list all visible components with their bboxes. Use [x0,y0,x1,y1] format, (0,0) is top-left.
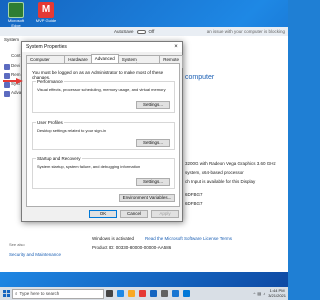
taskbar-apps [104,287,192,300]
desktop-icon-label: MVP Guide [35,18,57,23]
close-icon[interactable]: × [170,42,182,52]
word-notice: an issue with your computer is blocking [206,29,285,34]
red-arrow-icon [3,78,23,84]
dialog-title-bar: System Properties × [22,42,182,52]
clock[interactable]: 1:44 PM 3/21/2021 [268,288,286,298]
cpu-value: 3200G with Radeon Vega Graphics 3.60 GHz [185,161,276,166]
taskbar-app[interactable] [115,287,126,300]
ok-button[interactable]: OK [89,210,117,218]
task-view-icon [106,290,113,297]
page-title: computer [185,74,215,81]
license-link[interactable]: Read the Microsoft Software License Term… [145,236,232,241]
edge-icon [8,2,24,18]
clock-date: 3/21/2021 [268,292,286,298]
word-title-bar: AutoSave Off an issue with your computer… [0,27,288,36]
security-link[interactable]: Security and Maintenance [9,252,61,257]
desktop-icon-mvp-guide[interactable]: M MVP Guide [33,2,59,24]
shield-icon [4,91,10,97]
performance-label: Performance [36,79,64,84]
see-also-heading: See also [9,242,25,247]
startup-recovery-group: Startup and Recovery System startup, sys… [32,156,175,189]
full-computer-name: 6DFBG7 [185,201,203,206]
activation-status: Windows is activated [92,236,135,241]
start-button[interactable] [0,287,12,300]
edge-icon [117,290,124,297]
chevron-up-icon[interactable]: ^ [254,291,256,296]
sidebar-item[interactable]: Adva [11,90,21,95]
startup-recovery-label: Startup and Recovery [36,156,82,161]
network-icon[interactable]: ▤ [257,291,261,296]
user-profiles-group: User Profiles Desktop settings related t… [32,120,175,150]
settings-icon [161,290,168,297]
cancel-button[interactable]: Cancel [120,210,148,218]
desktop-icon-edge[interactable]: Microsoft Edge [3,2,29,28]
sidebar-item[interactable]: Rem [11,72,21,77]
arch-value: system, x64-based processor [185,170,244,175]
sidebar-item[interactable]: Cont [11,53,21,58]
touch-value: ch Input is available for this Display [185,179,256,184]
taskbar-search-box[interactable]: ⌕ Type here to search [12,288,104,299]
user-profiles-description: Desktop settings related to your sign-in [37,128,107,133]
product-id: Product ID: 00330-80000-00000-AA586 [92,245,172,250]
environment-variables-button[interactable]: Environment Variables... [119,194,175,202]
taskbar-app[interactable] [181,287,192,300]
system-tray: ^ ▤ ♪ 1:44 PM 3/21/2021 [254,288,288,298]
sidebar-item[interactable]: Devi [11,63,20,68]
performance-settings-button[interactable]: Settings... [136,101,170,109]
autosave-toggle[interactable] [136,29,146,34]
autosave-state: Off [148,29,155,34]
system-properties-dialog: System Properties × Computer Name Hardwa… [21,41,183,222]
windows-logo-icon [2,290,10,297]
performance-description: Visual effects, processor scheduling, me… [37,87,166,92]
taskbar: ⌕ Type here to search ^ ▤ ♪ 1:44 PM 3/21… [0,287,288,300]
volume-icon[interactable]: ♪ [263,291,265,296]
taskbar-app[interactable] [159,287,170,300]
advanced-panel: You must be logged on as an Administrato… [26,63,180,207]
user-profiles-label: User Profiles [36,120,64,125]
user-profiles-settings-button[interactable]: Settings... [136,139,170,147]
autosave-label: AutoSave [114,29,134,34]
startup-recovery-settings-button[interactable]: Settings... [136,178,170,186]
breadcrumb: System [4,37,20,42]
computer-name: 6DFBG7 [185,192,203,197]
photos-icon [172,290,179,297]
taskbar-app[interactable] [170,287,181,300]
performance-group: Performance Visual effects, processor sc… [32,79,175,113]
search-placeholder: Type here to search [19,291,60,296]
taskbar-app[interactable] [104,287,115,300]
taskbar-app[interactable] [126,287,137,300]
taskbar-app[interactable] [148,287,159,300]
taskbar-app[interactable] [137,287,148,300]
mail-icon [183,290,190,297]
search-icon: ⌕ [15,291,18,296]
apply-button[interactable]: Apply [151,210,179,218]
dialog-title: System Properties [26,44,67,50]
file-explorer-icon [128,290,135,297]
word-icon [150,290,157,297]
shield-icon [4,64,10,70]
startup-recovery-description: System startup, system failure, and debu… [37,164,141,169]
m-app-icon: M [38,2,54,18]
chrome-icon [139,290,146,297]
